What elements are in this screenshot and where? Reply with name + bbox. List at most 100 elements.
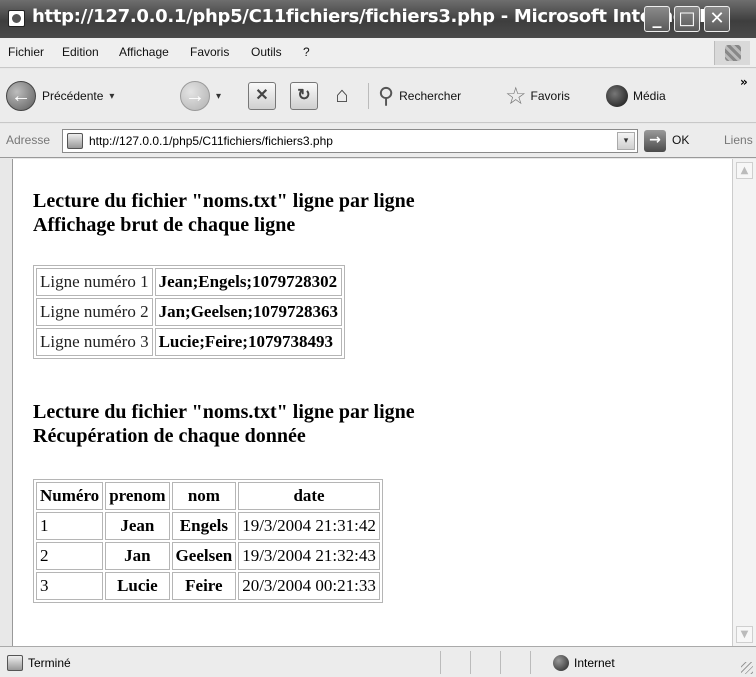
back-label: Précédente	[42, 89, 104, 103]
stop-button[interactable]: ✕	[248, 79, 276, 113]
stop-icon: ✕	[248, 82, 276, 110]
parsed-data-table: Numéro prenom nom date 1 Jean Engels 19/…	[33, 479, 383, 603]
address-bar: Adresse http://127.0.0.1/php5/C11fichier…	[0, 124, 756, 158]
favorites-label: Favoris	[530, 89, 570, 103]
table-header-row: Numéro prenom nom date	[36, 482, 380, 510]
media-icon	[606, 85, 628, 107]
minimize-button[interactable]: _	[644, 6, 670, 32]
page-content: Lecture du fichier "noms.txt" ligne par …	[12, 159, 732, 646]
cell-numero: 3	[36, 572, 104, 600]
toolbar-separator	[368, 83, 369, 109]
table-row: 2 Jan Geelsen 19/3/2004 21:32:43	[36, 542, 380, 570]
media-button[interactable]: Média	[606, 79, 666, 113]
cell-numero: 1	[36, 512, 104, 540]
status-pane-divider	[470, 651, 471, 674]
cell-prenom: Jan	[105, 542, 170, 570]
cell-nom: Feire	[171, 572, 237, 600]
address-input[interactable]: http://127.0.0.1/php5/C11fichiers/fichie…	[62, 129, 638, 153]
column-header: prenom	[105, 482, 170, 510]
media-label: Média	[633, 89, 666, 103]
column-header: nom	[171, 482, 237, 510]
maximize-button[interactable]: □	[674, 6, 700, 32]
address-dropdown-icon[interactable]: ▾	[617, 132, 635, 150]
vertical-scrollbar[interactable]: ▲ ▼	[732, 159, 756, 646]
cell-nom: Geelsen	[171, 542, 237, 570]
address-label: Adresse	[6, 133, 51, 147]
page-done-icon	[7, 655, 23, 671]
menu-edition[interactable]: Edition	[62, 45, 99, 59]
refresh-icon: ↻	[290, 82, 318, 110]
star-icon: ☆	[505, 82, 527, 110]
section1-title: Lecture du fichier "noms.txt" ligne par …	[33, 190, 415, 212]
table-row: Ligne numéro 2 Jan;Geelsen;1079728363	[36, 298, 343, 326]
toolbar-overflow-chevron-icon[interactable]: »	[740, 75, 748, 89]
menu-fichier[interactable]: Fichier	[8, 45, 44, 59]
title-bar: http://127.0.0.1/php5/C11fichiers/fichie…	[0, 0, 756, 38]
internet-explorer-icon[interactable]	[8, 10, 25, 27]
home-button[interactable]: ⌂	[328, 79, 356, 113]
scroll-up-icon[interactable]: ▲	[736, 162, 753, 179]
internet-zone-icon	[553, 655, 569, 671]
security-zone-label: Internet	[574, 656, 615, 670]
menu-favoris[interactable]: Favoris	[190, 45, 229, 59]
menu-bar: Fichier Edition Affichage Favoris Outils…	[0, 38, 756, 68]
row-label: Ligne numéro 2	[36, 298, 153, 326]
table-row: Ligne numéro 1 Jean;Engels;1079728302	[36, 268, 343, 296]
status-bar: Terminé Internet	[0, 646, 756, 677]
status-text: Terminé	[28, 656, 71, 670]
forward-dropdown-icon[interactable]: ▾	[216, 91, 221, 102]
search-button[interactable]: ⚲ Rechercher	[378, 79, 461, 113]
home-icon: ⌂	[335, 82, 349, 107]
section2-subtitle: Récupération de chaque donnée	[33, 425, 306, 447]
back-button[interactable]: ← Précédente ▾	[6, 79, 114, 113]
column-header: Numéro	[36, 482, 104, 510]
cell-date: 19/3/2004 21:32:43	[238, 542, 380, 570]
row-value: Jean;Engels;1079728302	[154, 268, 343, 296]
back-arrow-icon: ←	[6, 81, 36, 111]
status-pane-divider	[500, 651, 501, 674]
section2-title: Lecture du fichier "noms.txt" ligne par …	[33, 401, 415, 423]
scroll-down-icon[interactable]: ▼	[736, 626, 753, 643]
section1-subtitle: Affichage brut de chaque ligne	[33, 214, 296, 236]
go-button[interactable]: OK	[672, 133, 689, 147]
refresh-button[interactable]: ↻	[290, 79, 318, 113]
cell-numero: 2	[36, 542, 104, 570]
table-row: 3 Lucie Feire 20/3/2004 00:21:33	[36, 572, 380, 600]
forward-arrow-icon: →	[180, 81, 210, 111]
links-button[interactable]: Liens	[724, 133, 753, 147]
browser-window: http://127.0.0.1/php5/C11fichiers/fichie…	[0, 0, 756, 677]
row-value: Lucie;Feire;1079738493	[154, 328, 343, 356]
status-pane-divider	[530, 651, 531, 674]
row-label: Ligne numéro 3	[36, 328, 153, 356]
window-title: http://127.0.0.1/php5/C11fichiers/fichie…	[32, 6, 731, 27]
search-label: Rechercher	[399, 89, 462, 103]
favorites-button[interactable]: ☆ Favoris	[505, 79, 570, 113]
toolbar: ← Précédente ▾ → ▾ ✕ ↻ ⌂ ⚲ Rechercher ☆ …	[0, 69, 756, 123]
cell-date: 19/3/2004 21:31:42	[238, 512, 380, 540]
go-arrow-icon[interactable]: →	[644, 130, 666, 152]
table-row: Ligne numéro 3 Lucie;Feire;1079738493	[36, 328, 343, 356]
section2-heading: Lecture du fichier "noms.txt" ligne par …	[33, 400, 415, 448]
close-button[interactable]: ✕	[704, 6, 730, 32]
menu-affichage[interactable]: Affichage	[119, 45, 169, 59]
page-icon	[67, 133, 83, 149]
cell-prenom: Lucie	[105, 572, 170, 600]
search-icon: ⚲	[378, 83, 395, 108]
windows-logo-icon	[714, 41, 750, 65]
section1-heading: Lecture du fichier "noms.txt" ligne par …	[33, 189, 415, 237]
menu-outils[interactable]: Outils	[251, 45, 282, 59]
cell-date: 20/3/2004 00:21:33	[238, 572, 380, 600]
status-pane-divider	[440, 651, 441, 674]
row-value: Jan;Geelsen;1079728363	[154, 298, 343, 326]
address-url[interactable]: http://127.0.0.1/php5/C11fichiers/fichie…	[89, 134, 333, 148]
resize-grip-icon[interactable]	[741, 662, 753, 674]
row-label: Ligne numéro 1	[36, 268, 153, 296]
menu-help[interactable]: ?	[303, 45, 310, 59]
forward-button[interactable]: → ▾	[180, 79, 221, 113]
cell-prenom: Jean	[105, 512, 170, 540]
table-row: 1 Jean Engels 19/3/2004 21:31:42	[36, 512, 380, 540]
cell-nom: Engels	[171, 512, 237, 540]
back-dropdown-icon[interactable]: ▾	[109, 91, 114, 102]
column-header: date	[238, 482, 380, 510]
raw-lines-table: Ligne numéro 1 Jean;Engels;1079728302 Li…	[33, 265, 346, 359]
